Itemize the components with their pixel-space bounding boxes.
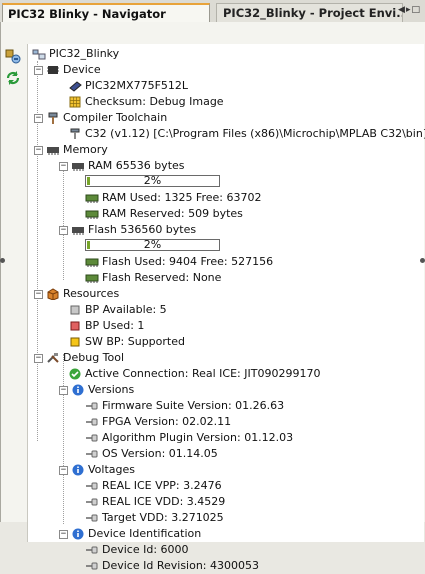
info-icon [71, 384, 85, 396]
tree-leaf-checksum[interactable]: Checksum: Debug Image [68, 94, 224, 110]
check-circle-icon [68, 368, 82, 380]
tree-leaf-active-connection[interactable]: Active Connection: Real ICE: JIT09029917… [68, 366, 320, 382]
connector-icon [85, 512, 99, 524]
collapse-toggle[interactable]: − [34, 145, 43, 155]
grey-square-icon [68, 304, 82, 316]
connector-icon [85, 480, 99, 492]
tree-leaf-vdd[interactable]: REAL ICE VDD: 3.4529 [85, 494, 225, 510]
memory-icon [71, 160, 85, 172]
collapse-toggle[interactable]: − [59, 225, 68, 235]
flash-usage-percent: 2% [143, 238, 162, 251]
collapse-toggle[interactable]: − [59, 465, 68, 475]
connector-icon [85, 544, 99, 556]
tree-leaf-label: Device Id: 6000 [102, 543, 189, 556]
collapse-toggle[interactable]: − [59, 385, 68, 395]
collapse-toggle[interactable]: − [59, 161, 68, 171]
memory-chip-icon [85, 272, 99, 284]
tree-node-ram[interactable]: − RAM 65536 bytes [59, 158, 185, 174]
tree-leaf-sw-bp[interactable]: SW BP: Supported [68, 334, 185, 350]
tree-node-resources[interactable]: − Resources [34, 286, 119, 302]
collapse-toggle[interactable]: − [34, 113, 43, 123]
tree-node-compiler-toolchain[interactable]: − Compiler Toolchain [34, 110, 167, 126]
project-tree: PIC32_Blinky − Device PIC32MX775F512L Che… [27, 44, 425, 572]
collapse-toggle[interactable]: − [34, 289, 43, 299]
tree-node-debug-tool[interactable]: − Debug Tool [34, 350, 124, 366]
tree-node-versions[interactable]: − Versions [59, 382, 134, 398]
tree-leaf-os-version[interactable]: OS Version: 01.14.05 [85, 446, 218, 462]
tree-leaf-algorithm-version[interactable]: Algorithm Plugin Version: 01.12.03 [85, 430, 293, 446]
tree-leaf-firmware-version[interactable]: Firmware Suite Version: 01.26.63 [85, 398, 284, 414]
tab-navigator[interactable]: PIC32 Blinky - Navigator [2, 3, 210, 22]
tree-leaf-ram-used[interactable]: RAM Used: 1325 Free: 63702 [85, 190, 261, 206]
tree-leaf-fpga-version[interactable]: FPGA Version: 02.02.11 [85, 414, 231, 430]
tree-leaf-target-vdd[interactable]: Target VDD: 3.271025 [85, 510, 224, 526]
connector-icon [85, 496, 99, 508]
tree-leaf-device-id[interactable]: Device Id: 6000 [85, 542, 189, 558]
chip-icon [68, 80, 82, 92]
tree-leaf-bp-used[interactable]: BP Used: 1 [68, 318, 144, 334]
tree-leaf-device-name[interactable]: PIC32MX775F512L [68, 78, 188, 94]
tree-leaf-c32[interactable]: C32 (v1.12) [C:\Program Files (x86)\Micr… [68, 126, 425, 142]
yellow-square-icon [68, 336, 82, 348]
tree-root[interactable]: PIC32_Blinky [32, 46, 119, 62]
memory-icon [46, 144, 60, 156]
side-toolbar [4, 47, 28, 91]
memory-icon [71, 224, 85, 236]
tree-leaf-ram-reserved[interactable]: RAM Reserved: 509 bytes [85, 206, 243, 222]
tree-guide-line [63, 354, 64, 524]
tree-leaf-bp-available[interactable]: BP Available: 5 [68, 302, 167, 318]
ram-usage-bar: 2% [85, 174, 220, 187]
memory-chip-icon [85, 256, 99, 268]
settings-tools-icon[interactable] [4, 47, 22, 65]
resize-handle-left[interactable] [0, 258, 5, 263]
tree-node-voltages[interactable]: − Voltages [59, 462, 135, 478]
connector-icon [85, 432, 99, 444]
chip-icon [46, 64, 60, 76]
tree-node-device-identification[interactable]: − Device Identification [59, 526, 201, 542]
collapse-toggle[interactable]: − [34, 353, 43, 363]
ram-usage-percent: 2% [143, 174, 162, 187]
resize-handle-right[interactable] [420, 258, 425, 263]
tree-leaf-device-id-revision[interactable]: Device Id Revision: 4300053 [85, 558, 259, 574]
connector-icon [85, 416, 99, 428]
tree-node-flash[interactable]: − Flash 536560 bytes [59, 222, 196, 238]
tree-leaf-flash-used[interactable]: Flash Used: 9404 Free: 527156 [85, 254, 273, 270]
tree-node-device[interactable]: − Device [34, 62, 101, 78]
tree-leaf-label: Device Id Revision: 4300053 [102, 559, 260, 572]
hammer-icon [46, 112, 60, 124]
view-tab-bar: PIC32 Blinky - Navigator PIC32_Blinky - … [0, 0, 425, 23]
red-square-icon [68, 320, 82, 332]
project-icon [32, 48, 46, 60]
tool-icon [68, 128, 82, 140]
refresh-icon[interactable] [4, 69, 22, 87]
navigator-panel: PIC32_Blinky − Device PIC32MX775F512L Che… [0, 22, 425, 572]
tab-controls[interactable]: ◀▸□ [398, 5, 421, 15]
memory-chip-icon [85, 208, 99, 220]
info-icon [71, 464, 85, 476]
tree-leaf-flash-reserved[interactable]: Flash Reserved: None [85, 270, 221, 286]
tab-project-environment[interactable]: PIC32_Blinky - Project Envi... [216, 3, 403, 22]
flash-usage-bar: 2% [85, 238, 220, 251]
debug-tools-icon [46, 352, 60, 364]
resources-box-icon [46, 288, 60, 300]
connector-icon [85, 400, 99, 412]
info-icon [71, 528, 85, 540]
grid-icon [68, 96, 82, 108]
tree-leaf-vpp[interactable]: REAL ICE VPP: 3.2476 [85, 478, 222, 494]
collapse-toggle[interactable]: − [34, 65, 43, 75]
tree-node-memory[interactable]: − Memory [34, 142, 108, 158]
connector-icon [85, 448, 99, 460]
memory-chip-icon [85, 192, 99, 204]
connector-icon [85, 560, 99, 572]
collapse-toggle[interactable]: − [59, 529, 68, 539]
